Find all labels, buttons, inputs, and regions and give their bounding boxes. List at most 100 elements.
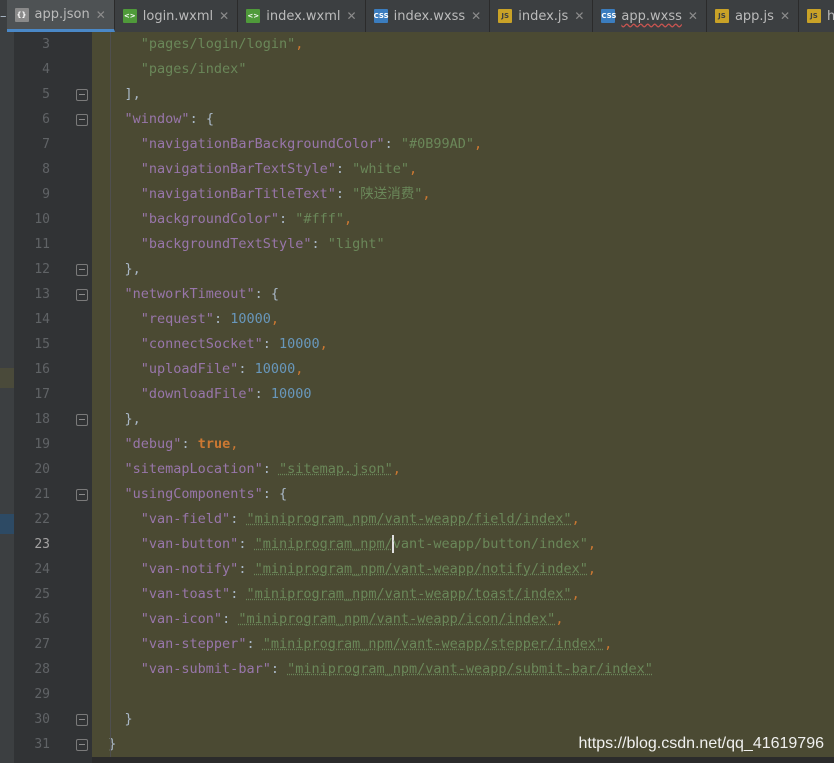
code-token: "miniprogram_npm/vant-weapp/field/index" xyxy=(246,511,572,527)
code-line[interactable]: ], xyxy=(92,82,834,107)
code-line[interactable]: "backgroundTextStyle": "light" xyxy=(92,232,834,257)
line-number: 16 xyxy=(34,362,50,377)
js-file-icon: JS xyxy=(714,9,729,23)
tab-app-json[interactable]: {} app.json ✕ xyxy=(6,0,115,32)
code-line[interactable]: "van-notify": "miniprogram_npm/vant-weap… xyxy=(92,557,834,582)
fold-toggle-icon[interactable] xyxy=(76,114,88,126)
js-file-icon: JS xyxy=(807,9,821,23)
tab-index-wxml[interactable]: <> index.wxml ✕ xyxy=(238,0,366,32)
close-icon[interactable]: ✕ xyxy=(780,9,790,23)
tab-login-wxml[interactable]: <> login.wxml ✕ xyxy=(115,0,239,32)
code-token: : xyxy=(278,211,296,227)
line-number: 3 xyxy=(42,37,50,52)
code-line[interactable]: "request": 10000, xyxy=(92,307,834,332)
code-token: : xyxy=(181,436,198,452)
tab-app-js[interactable]: JS app.js ✕ xyxy=(707,0,799,32)
code-token: , xyxy=(295,36,304,52)
code-line[interactable]: "pages/login/login", xyxy=(92,32,834,57)
code-line[interactable]: "van-icon": "miniprogram_npm/vant-weapp/… xyxy=(92,607,834,632)
line-number: 29 xyxy=(34,687,50,702)
line-number: 15 xyxy=(34,337,50,352)
code-line[interactable]: "backgroundColor": "#fff", xyxy=(92,207,834,232)
fold-toggle-icon[interactable] xyxy=(76,289,88,301)
code-line[interactable]: "van-toast": "miniprogram_npm/vant-weapp… xyxy=(92,582,834,607)
close-icon[interactable]: ✕ xyxy=(96,8,106,22)
code-token: "van-icon" xyxy=(140,611,223,627)
code-line[interactable]: "window": { xyxy=(92,107,834,132)
code-line[interactable]: "navigationBarBackgroundColor": "#0B99AD… xyxy=(92,132,834,157)
code-token: , xyxy=(587,536,596,552)
line-number: 23 xyxy=(34,537,50,552)
side-marker-active xyxy=(0,514,14,534)
wxml-file-icon: <> xyxy=(122,9,137,23)
code-line[interactable]: "navigationBarTitleText": "陕送消费", xyxy=(92,182,834,207)
code-token: : xyxy=(230,511,247,527)
code-token: "sitemap.json" xyxy=(278,461,393,477)
code-token: "van-notify" xyxy=(140,561,239,577)
code-token: : xyxy=(213,311,231,327)
code-line[interactable] xyxy=(92,682,834,707)
line-number: 31 xyxy=(34,737,50,752)
watermark-text: https://blog.csdn.net/qq_41619796 xyxy=(578,735,824,752)
tab-index-js[interactable]: JS index.js ✕ xyxy=(490,0,594,32)
code-token: 10000 xyxy=(230,311,271,327)
code-line[interactable]: "downloadFile": 10000 xyxy=(92,382,834,407)
tab-index-wxss[interactable]: CSS index.wxss ✕ xyxy=(366,0,491,32)
code-line[interactable]: "uploadFile": 10000, xyxy=(92,357,834,382)
tab-http-js[interactable]: JShttp.js✕ xyxy=(799,0,834,32)
code-token: 10000 xyxy=(254,361,296,377)
json-file-icon: {} xyxy=(14,7,29,22)
code-line[interactable]: } xyxy=(92,707,834,732)
close-icon[interactable]: ✕ xyxy=(471,9,481,23)
close-icon[interactable]: ✕ xyxy=(347,9,357,23)
fold-toggle-icon[interactable] xyxy=(76,89,88,101)
close-icon[interactable]: ✕ xyxy=(574,9,584,23)
line-number: 14 xyxy=(34,312,50,327)
code-line[interactable]: "connectSocket": 10000, xyxy=(92,332,834,357)
code-editor[interactable]: "pages/login/login", "pages/index" ], "w… xyxy=(92,32,834,763)
code-line[interactable]: "van-submit-bar": "miniprogram_npm/vant-… xyxy=(92,657,834,682)
code-line[interactable]: "navigationBarTextStyle": "white", xyxy=(92,157,834,182)
code-line[interactable]: "debug": true, xyxy=(92,432,834,457)
code-line[interactable]: "van-field": "miniprogram_npm/vant-weapp… xyxy=(92,507,834,532)
line-number: 25 xyxy=(34,587,50,602)
fold-toggle-icon[interactable] xyxy=(76,489,88,501)
code-line[interactable]: "networkTimeout": { xyxy=(92,282,834,307)
line-number: 30 xyxy=(34,712,50,727)
fold-toggle-icon[interactable] xyxy=(76,714,88,726)
fold-toggle-icon[interactable] xyxy=(76,739,88,751)
fold-toggle-icon[interactable] xyxy=(76,414,88,426)
code-line[interactable]: "van-button": "miniprogram_npm/vant-weap… xyxy=(92,532,834,557)
code-line[interactable]: "usingComponents": { xyxy=(92,482,834,507)
side-marker xyxy=(0,368,14,388)
line-number: 20 xyxy=(34,462,50,477)
code-line[interactable]: }, xyxy=(92,257,834,282)
code-line[interactable]: "van-stepper": "miniprogram_npm/vant-wea… xyxy=(92,632,834,657)
code-token: 10000 xyxy=(278,336,320,352)
code-line[interactable]: "sitemapLocation": "sitemap.json", xyxy=(92,457,834,482)
code-token: : xyxy=(246,636,263,652)
close-icon[interactable]: ✕ xyxy=(688,9,698,23)
code-token: "miniprogram_npm/vant-weapp/stepper/inde… xyxy=(262,636,605,652)
code-token: } xyxy=(124,711,133,727)
fold-toggle-icon[interactable] xyxy=(76,264,88,276)
code-token: , xyxy=(344,211,353,227)
wxml-file-icon: <> xyxy=(246,9,261,23)
code-token: : { xyxy=(254,286,279,302)
code-line[interactable]: }, xyxy=(92,407,834,432)
tab-label: app.json xyxy=(34,7,90,22)
wxss-file-icon: CSS xyxy=(601,9,616,23)
tab-app-wxss[interactable]: CSS app.wxss ✕ xyxy=(593,0,707,32)
code-token: "sitemapLocation" xyxy=(124,461,263,477)
code-token: "miniprogram_npm/vant-weapp/icon/index" xyxy=(238,611,556,627)
line-number-gutter[interactable]: 3 4 5 6 7 8 9 10 11 12 13 14 15 16 17 18 19 20 21 22 23 24 25 2… xyxy=(14,32,108,763)
code-token: , xyxy=(587,561,596,577)
code-line[interactable]: "pages/index" xyxy=(92,57,834,82)
close-icon[interactable]: ✕ xyxy=(219,9,229,23)
